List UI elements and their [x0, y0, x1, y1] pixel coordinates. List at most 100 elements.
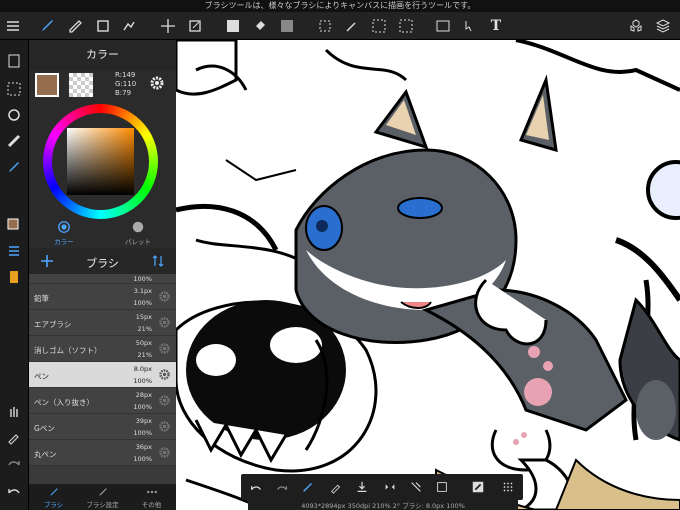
background-color-swatch[interactable]	[69, 73, 93, 97]
frame-divider-icon[interactable]	[432, 15, 454, 37]
color-panel: カラー R:149 G:110 B:79 カラー パレット	[29, 40, 176, 248]
brush-item[interactable]: 丸ペン 36px 100%	[29, 440, 176, 466]
quick-access-bar	[241, 474, 523, 500]
brush-settings-gear-icon[interactable]	[158, 394, 171, 407]
layers-icon[interactable]	[652, 15, 674, 37]
quick-eyedropper-icon[interactable]	[327, 478, 345, 496]
rotate-canvas-icon[interactable]	[407, 478, 425, 496]
color-panel-title: カラー	[29, 40, 176, 70]
brush-size: 3.1px	[133, 287, 152, 295]
material-square-icon[interactable]	[469, 478, 487, 496]
redo-button-icon[interactable]	[273, 478, 291, 496]
brush-name: ペン（入り抜き）	[34, 398, 94, 407]
brush-settings-gear-icon[interactable]	[158, 290, 171, 303]
hand-icon[interactable]	[3, 400, 25, 422]
brush-name: ペン	[34, 372, 49, 381]
gradient-tool-icon[interactable]	[276, 15, 298, 37]
brush-name: エアブラシ	[34, 320, 72, 329]
brush-opacity: 100%	[133, 377, 152, 385]
rgb-g-value: G:110	[115, 80, 137, 88]
brush-size: 50px	[135, 339, 152, 347]
brush-item[interactable]: 消しゴム（ソフト） 50px 21%	[29, 336, 176, 362]
brush-opacity: 100%	[133, 455, 152, 463]
redo-icon[interactable]	[3, 452, 25, 474]
top-toolbar: T	[0, 12, 680, 40]
brush-item[interactable]: エアブラシ 15px 21%	[29, 310, 176, 336]
undo-icon[interactable]	[3, 480, 25, 502]
brush-item[interactable]: 鉛筆 3.1px 100%	[29, 284, 176, 310]
materials-icon[interactable]	[625, 15, 647, 37]
brush-item[interactable]: ペン（入り抜き） 28px 100%	[29, 388, 176, 414]
select-eraser-icon[interactable]	[395, 15, 417, 37]
pen-icon[interactable]	[3, 156, 25, 178]
tab-brush-settings[interactable]: ブラシ設定	[78, 484, 127, 510]
shape-tool-icon[interactable]	[118, 15, 140, 37]
text-tool-icon[interactable]: T	[485, 15, 507, 37]
current-color-swatch[interactable]	[35, 73, 59, 97]
brush-settings-gear-icon[interactable]	[158, 420, 171, 433]
rectangle-tool-icon[interactable]	[92, 15, 114, 37]
save-icon[interactable]	[353, 478, 371, 496]
brush-settings-gear-icon[interactable]	[158, 446, 171, 459]
tab-other-label: その他	[141, 501, 162, 509]
brush-name: 鉛筆	[34, 294, 49, 303]
menu-icon[interactable]	[2, 15, 24, 37]
snap-icon[interactable]	[3, 104, 25, 126]
eyedropper-icon[interactable]	[3, 426, 25, 448]
select-pen-icon[interactable]	[368, 15, 390, 37]
rgb-b-value: B:79	[115, 89, 132, 97]
undo-button-icon[interactable]	[247, 478, 265, 496]
canvas-info-text: 4093*2894px 350dpi 210% 2° ブラシ: 8.0px 10…	[248, 500, 518, 510]
tab-brush-label: ブラシ	[43, 501, 64, 509]
brush-item[interactable]: ペン 8.0px 100%	[29, 362, 176, 388]
ruler-icon[interactable]	[3, 130, 25, 152]
brush-settings-gear-icon[interactable]	[158, 342, 171, 355]
brush-list-icon[interactable]	[3, 240, 25, 262]
color-settings-gear-icon[interactable]	[149, 75, 167, 93]
magic-wand-icon[interactable]	[341, 15, 363, 37]
brush-opacity: 100%	[133, 299, 152, 307]
brush-size: 15px	[135, 313, 152, 321]
brush-opacity: 100%	[133, 275, 152, 283]
bucket-tool-icon[interactable]	[249, 15, 271, 37]
brush-panel-header: ブラシ	[29, 248, 176, 274]
move-tool-icon[interactable]	[157, 15, 179, 37]
drawing-canvas[interactable]	[176, 40, 680, 510]
select-transform-icon[interactable]	[433, 478, 451, 496]
brush-tool-icon[interactable]	[36, 15, 58, 37]
brush-name: 消しゴム（ソフト）	[34, 346, 102, 355]
grid-dots-icon[interactable]	[499, 478, 517, 496]
color-tab-label: カラー	[54, 238, 74, 246]
left-toolbar	[0, 40, 29, 510]
flip-horizontal-icon[interactable]	[381, 478, 399, 496]
brush-settings-gear-icon[interactable]	[158, 316, 171, 329]
palette-bar-icon[interactable]	[3, 266, 25, 288]
brush-item[interactable]: Gペン 39px 100%	[29, 414, 176, 440]
fill-color-icon[interactable]	[222, 15, 244, 37]
color-tab-palette[interactable]: パレット	[115, 220, 161, 246]
brush-opacity: 100%	[133, 403, 152, 411]
page-icon[interactable]	[3, 50, 25, 72]
color-tab-color[interactable]: カラー	[41, 220, 87, 246]
brush-name: Gペン	[34, 424, 55, 433]
color-swatch-icon[interactable]	[3, 214, 25, 236]
stroke-brush-icon[interactable]	[299, 478, 317, 496]
sort-brush-icon[interactable]	[150, 253, 166, 269]
eraser-tool-icon[interactable]	[64, 15, 86, 37]
brush-size: 39px	[135, 417, 152, 425]
bottom-tabs: ブラシ ブラシ設定 その他	[29, 484, 176, 510]
brush-panel: ブラシ 100% 鉛筆 3.1px 100% エアブラシ 15px 21% 消しゴム（ソフト）…	[29, 248, 176, 510]
transform-tool-icon[interactable]	[184, 15, 206, 37]
palette-tab-label: パレット	[125, 238, 151, 246]
tab-other[interactable]: その他	[127, 484, 176, 510]
add-brush-icon[interactable]	[39, 253, 55, 269]
select-tool-icon[interactable]	[314, 15, 336, 37]
selection-icon[interactable]	[3, 78, 25, 100]
brush-settings-gear-icon[interactable]	[158, 368, 171, 381]
tab-brush[interactable]: ブラシ	[29, 484, 78, 510]
brush-size: 28px	[135, 391, 152, 399]
brush-item[interactable]: 100%	[29, 274, 176, 284]
saturation-value-square[interactable]	[67, 128, 134, 195]
operation-tool-icon[interactable]	[459, 15, 481, 37]
status-bar: ブラシツールは、様々なブラシによりキャンバスに描画を行うツールです。	[0, 0, 680, 12]
